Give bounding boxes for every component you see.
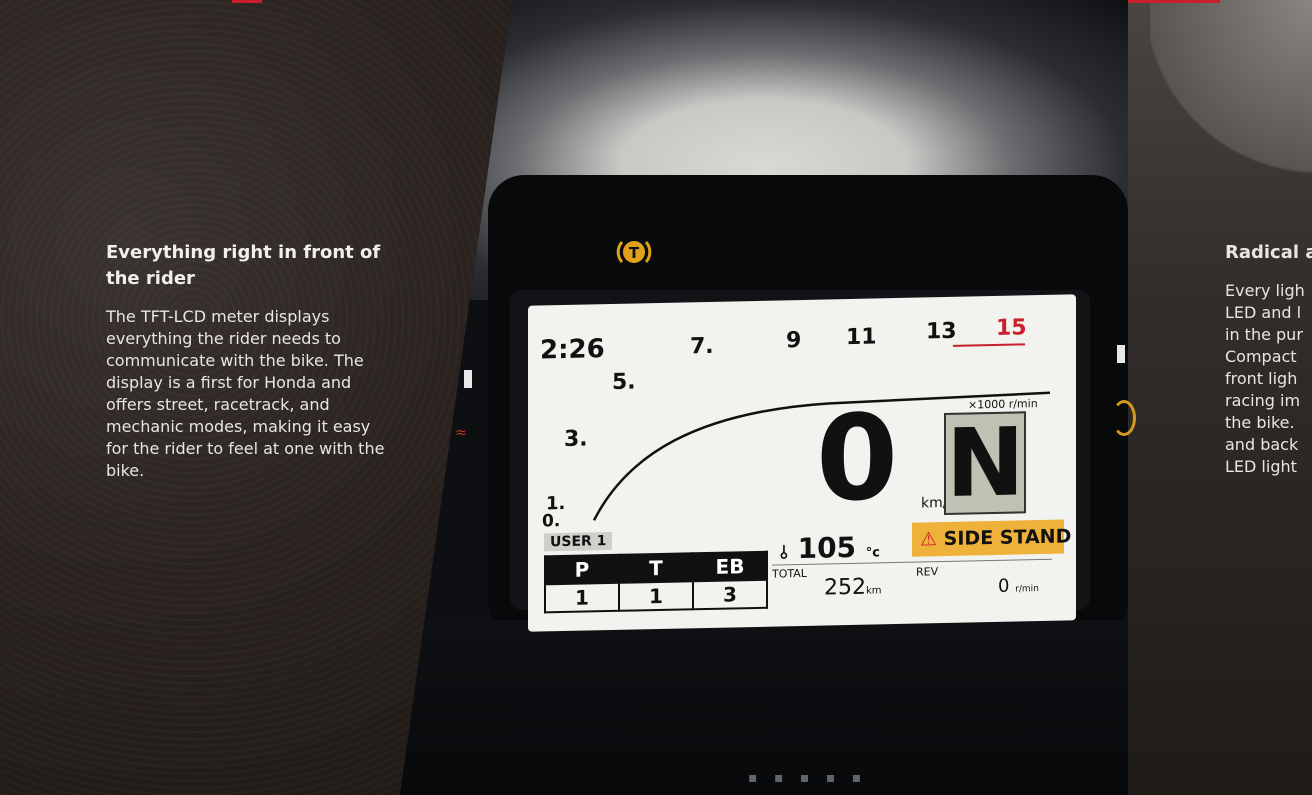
- low-beam-icon: [1112, 400, 1136, 436]
- mode-header-torque: T: [619, 553, 693, 583]
- feature-heading: Everything right in front of the rider: [106, 242, 381, 289]
- feature-line-7: the bike.: [1225, 413, 1295, 432]
- bottom-indicators: ▪ ▪ ▪ ▪ ▪: [748, 770, 868, 786]
- left-marker: [464, 370, 472, 388]
- tft-lcd-meter: 2:26 0. 1. 3. 5. 7. 9 11 13 15 ×1000 r/m…: [528, 294, 1076, 632]
- odometer-label: TOTAL: [772, 566, 807, 581]
- tach-tick-9: 9: [786, 328, 802, 354]
- tach-tick-11: 11: [846, 324, 877, 351]
- feature-heading-right: Radical a: [1225, 242, 1312, 263]
- mode-value-power: 1: [545, 582, 619, 613]
- side-stand-icon: ⚠: [920, 528, 938, 551]
- odometer-value: 252: [824, 574, 866, 601]
- rev-value: 0: [998, 575, 1010, 597]
- mode-value-torque: 1: [619, 581, 693, 611]
- feature-body: The TFT-LCD meter displays everything th…: [106, 307, 385, 480]
- feature-text-left: Everything right in front of the rider T…: [106, 240, 396, 482]
- tach-tick-15: 15: [996, 315, 1027, 341]
- feature-line-6: racing im: [1225, 391, 1301, 410]
- feature-line-8: and back: [1225, 435, 1299, 454]
- gear-indicator: N: [944, 408, 1026, 519]
- odometer-unit: km: [866, 585, 882, 597]
- coolant-temp-icon: ⫰: [780, 542, 788, 564]
- tach-tick-5: 5.: [612, 369, 636, 395]
- feature-line-5: front ligh: [1225, 369, 1298, 388]
- fork-shadow: [400, 620, 1128, 795]
- oil-warning-icon: ≈: [455, 425, 467, 441]
- hero-section: ▪ ▪ ▪ ▪ ▪ T ≈ 2:26 0. 1. 3. 5. 7. 9 11 1…: [0, 0, 1312, 795]
- clock: 2:26: [540, 334, 605, 366]
- right-marker: [1117, 345, 1125, 363]
- feature-line-3: in the pur: [1225, 325, 1303, 344]
- traction-control-icon: T: [612, 230, 656, 274]
- tach-tick-7: 7.: [690, 333, 714, 360]
- mode-header-power: P: [545, 554, 619, 585]
- feature-line-1: Every ligh: [1225, 281, 1305, 300]
- top-accent-left: [232, 0, 262, 3]
- coolant-temperature: ⫰ 105 °c: [780, 530, 880, 565]
- tach-tick-1: 1.: [546, 492, 566, 515]
- feature-line-2: LED and l: [1225, 303, 1302, 322]
- odometer-readout: 252km: [824, 574, 882, 601]
- feature-line-4: Compact: [1225, 347, 1297, 366]
- rev-label: REV: [916, 565, 939, 579]
- user-profile-label: USER 1: [544, 531, 613, 552]
- tach-tick-3: 3.: [564, 426, 588, 452]
- side-stand-label: SIDE STAND: [943, 525, 1072, 551]
- mode-header-engine-brake: EB: [693, 551, 767, 582]
- coolant-temp-unit: °c: [865, 545, 881, 561]
- rev-readout: 0 r/min: [998, 575, 1039, 597]
- feature-text-right: Radical a Every ligh LED and l in the pu…: [1225, 240, 1312, 478]
- feature-line-9: LED light: [1225, 457, 1297, 476]
- riding-mode-table: P T EB 1 1 3: [544, 551, 768, 614]
- coolant-temp-value: 105: [797, 530, 857, 566]
- tach-tick-13: 13: [926, 318, 957, 345]
- svg-text:T: T: [629, 244, 640, 262]
- mode-value-engine-brake: 3: [693, 579, 767, 610]
- speed-readout: 0: [816, 387, 899, 528]
- side-stand-warning: ⚠ SIDE STAND: [912, 519, 1071, 557]
- rev-unit: r/min: [1015, 584, 1039, 595]
